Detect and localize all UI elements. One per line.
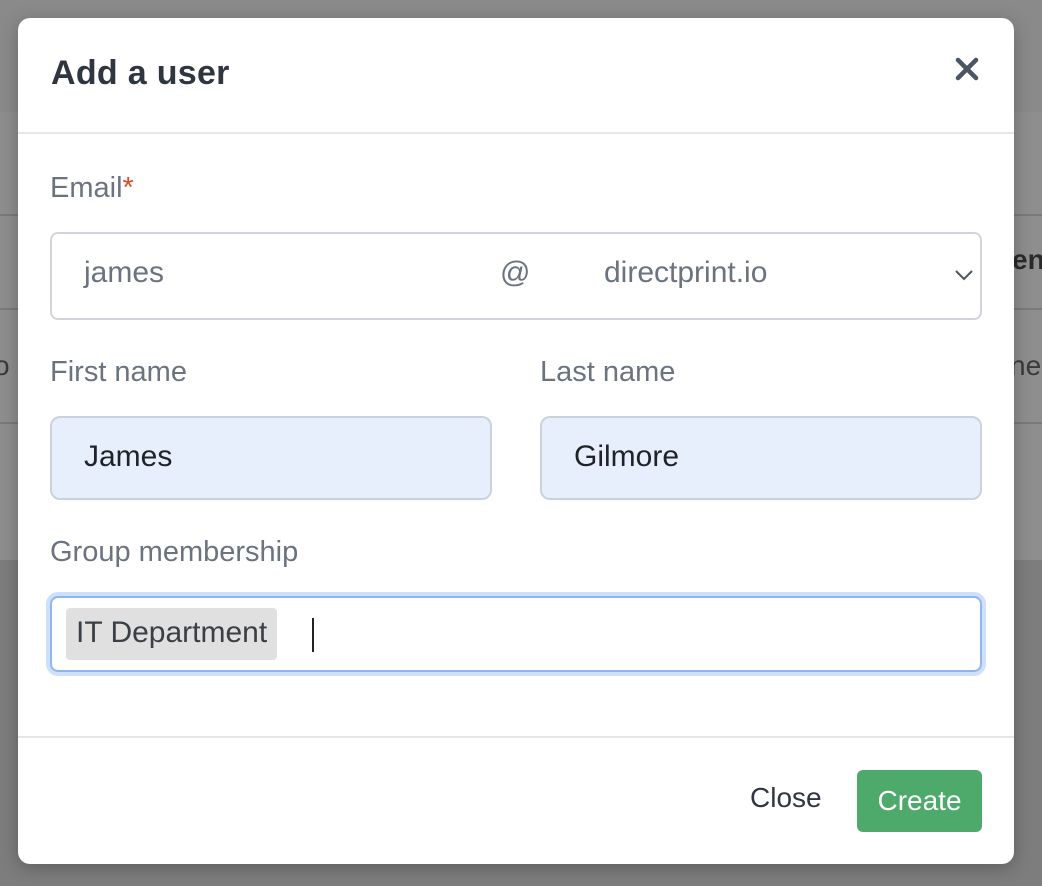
- group-membership-input[interactable]: IT Department: [50, 596, 982, 672]
- email-label: Email*: [50, 172, 134, 205]
- last-name-label: Last name: [540, 356, 676, 388]
- group-membership-label: Group membership: [50, 536, 299, 568]
- text-caret: [312, 618, 314, 652]
- create-button[interactable]: Create: [857, 770, 982, 832]
- required-mark: *: [122, 172, 134, 204]
- first-name-input[interactable]: James: [50, 416, 492, 500]
- email-at-symbol: @: [500, 256, 531, 289]
- first-name-label: First name: [50, 356, 187, 388]
- email-domain-select[interactable]: directprint.io: [604, 256, 767, 290]
- email-username-input[interactable]: james: [84, 256, 164, 290]
- background-cell-fragment: ne: [1010, 350, 1042, 381]
- chevron-down-icon[interactable]: [954, 268, 974, 282]
- add-user-modal: Add a user Email* james @ directprint.io…: [18, 18, 1014, 864]
- close-button[interactable]: Close: [750, 782, 822, 814]
- modal-footer: Close Create: [18, 736, 1014, 864]
- modal-header: Add a user: [18, 18, 1014, 134]
- background-cell-fragment: o: [0, 350, 10, 381]
- close-icon[interactable]: [954, 56, 980, 82]
- email-label-text: Email: [50, 172, 123, 204]
- first-name-value: James: [84, 440, 173, 473]
- last-name-input[interactable]: Gilmore: [540, 416, 982, 500]
- background-column-header-fragment: en: [1012, 244, 1042, 275]
- last-name-value: Gilmore: [574, 440, 680, 473]
- modal-title: Add a user: [51, 54, 230, 92]
- group-tag[interactable]: IT Department: [66, 608, 278, 660]
- email-field-group: james @ directprint.io: [50, 232, 982, 320]
